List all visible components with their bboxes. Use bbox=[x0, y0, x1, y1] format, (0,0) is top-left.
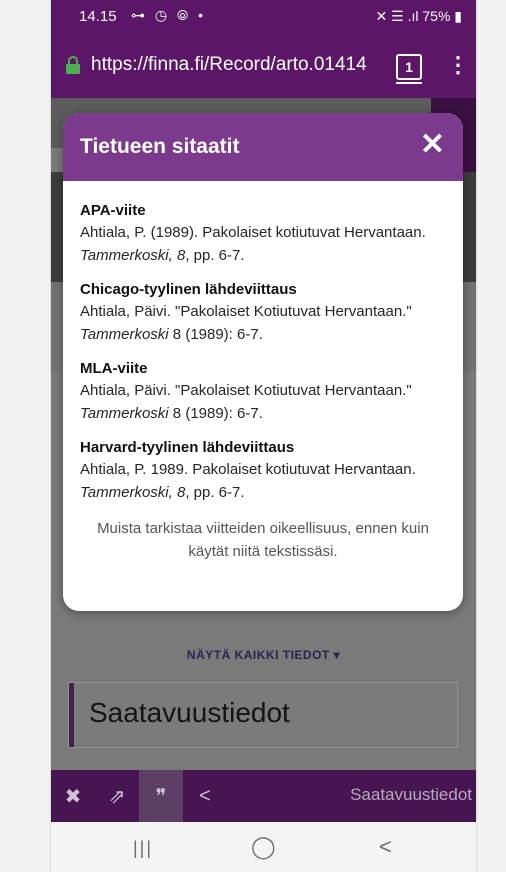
status-icons-left: ⊶ ◷ ⦾ • bbox=[131, 7, 206, 23]
recent-apps-icon[interactable]: ||| bbox=[133, 838, 153, 859]
availability-section: Saatavuustiedot bbox=[68, 682, 458, 748]
tab-switcher-button[interactable]: 1 bbox=[396, 54, 422, 80]
toolbar-availability-link[interactable]: Saatavuustiedot bbox=[350, 785, 472, 805]
pin-button[interactable]: ✖ bbox=[51, 770, 95, 822]
citation-apa: APA-viite Ahtiala, P. (1989). Pakolaiset… bbox=[80, 201, 446, 267]
android-nav-bar: ||| ◯ < bbox=[51, 822, 476, 872]
export-icon: ⇗ bbox=[108, 785, 126, 808]
phone-screen: 14.15 ⊶ ◷ ⦾ • ✕ ☰ .ıl 75% ▮ https://finn… bbox=[51, 0, 476, 872]
dialog-header: Tietueen sitaatit ✕ bbox=[63, 113, 463, 181]
quote-icon: ❞ bbox=[155, 785, 167, 808]
share-button[interactable]: < bbox=[183, 770, 227, 822]
dialog-title: Tietueen sitaatit bbox=[80, 135, 240, 158]
share-icon: < bbox=[199, 784, 211, 807]
citation-label: Harvard-tyylinen lähdeviittaus bbox=[80, 439, 295, 456]
status-time: 14.15 bbox=[79, 8, 117, 25]
status-bar: 14.15 ⊶ ◷ ⦾ • ✕ ☰ .ıl 75% ▮ bbox=[51, 0, 476, 34]
section-accent-bar bbox=[69, 683, 74, 747]
citation-text: Ahtiala, P. (1989). Pakolaiset kotiutuva… bbox=[80, 224, 426, 264]
address-field[interactable]: https://finna.fi/Record/arto.01414 bbox=[91, 54, 391, 76]
record-toolbar: ✖ ⇗ ❞ < Saatavuustiedot bbox=[51, 770, 476, 822]
lock-icon bbox=[66, 56, 80, 74]
citation-harvard: Harvard-tyylinen lähdeviittaus Ahtiala, … bbox=[80, 438, 446, 504]
citation-text: Ahtiala, P. 1989. Pakolaiset kotiutuvat … bbox=[80, 461, 416, 501]
browser-url-bar: https://finna.fi/Record/arto.01414 1 ⋮ bbox=[51, 34, 476, 98]
citation-label: APA-viite bbox=[80, 202, 146, 219]
cite-button[interactable]: ❞ bbox=[139, 770, 183, 822]
citation-mla: MLA-viite Ahtiala, Päivi. "Pakolaiset Ko… bbox=[80, 359, 446, 425]
pin-icon: ✖ bbox=[64, 785, 82, 808]
citation-chicago: Chicago-tyylinen lähdeviittaus Ahtiala, … bbox=[80, 280, 446, 346]
status-icons-right: ✕ ☰ .ıl 75% ▮ bbox=[375, 8, 462, 24]
close-icon[interactable]: ✕ bbox=[420, 128, 445, 162]
dialog-body: APA-viite Ahtiala, P. (1989). Pakolaiset… bbox=[63, 181, 463, 563]
availability-heading: Saatavuustiedot bbox=[89, 697, 290, 728]
citation-text: Ahtiala, Päivi. "Pakolaiset Kotiutuvat H… bbox=[80, 303, 412, 343]
home-icon[interactable]: ◯ bbox=[251, 834, 276, 860]
citation-label: Chicago-tyylinen lähdeviittaus bbox=[80, 281, 297, 298]
tab-switcher-underline bbox=[396, 82, 422, 84]
browser-menu-icon[interactable]: ⋮ bbox=[447, 52, 469, 78]
citation-accuracy-note: Muista tarkistaa viitteiden oikeellisuus… bbox=[97, 520, 429, 560]
citations-dialog: Tietueen sitaatit ✕ APA-viite Ahtiala, P… bbox=[63, 113, 463, 611]
export-button[interactable]: ⇗ bbox=[95, 770, 139, 822]
citation-label: MLA-viite bbox=[80, 360, 148, 377]
show-all-details-link[interactable]: NÄYTÄ KAIKKI TIEDOT ▾ bbox=[51, 648, 476, 662]
back-icon[interactable]: < bbox=[379, 834, 392, 860]
right-divider bbox=[476, 0, 477, 872]
citation-text: Ahtiala, Päivi. "Pakolaiset Kotiutuvat H… bbox=[80, 382, 412, 422]
